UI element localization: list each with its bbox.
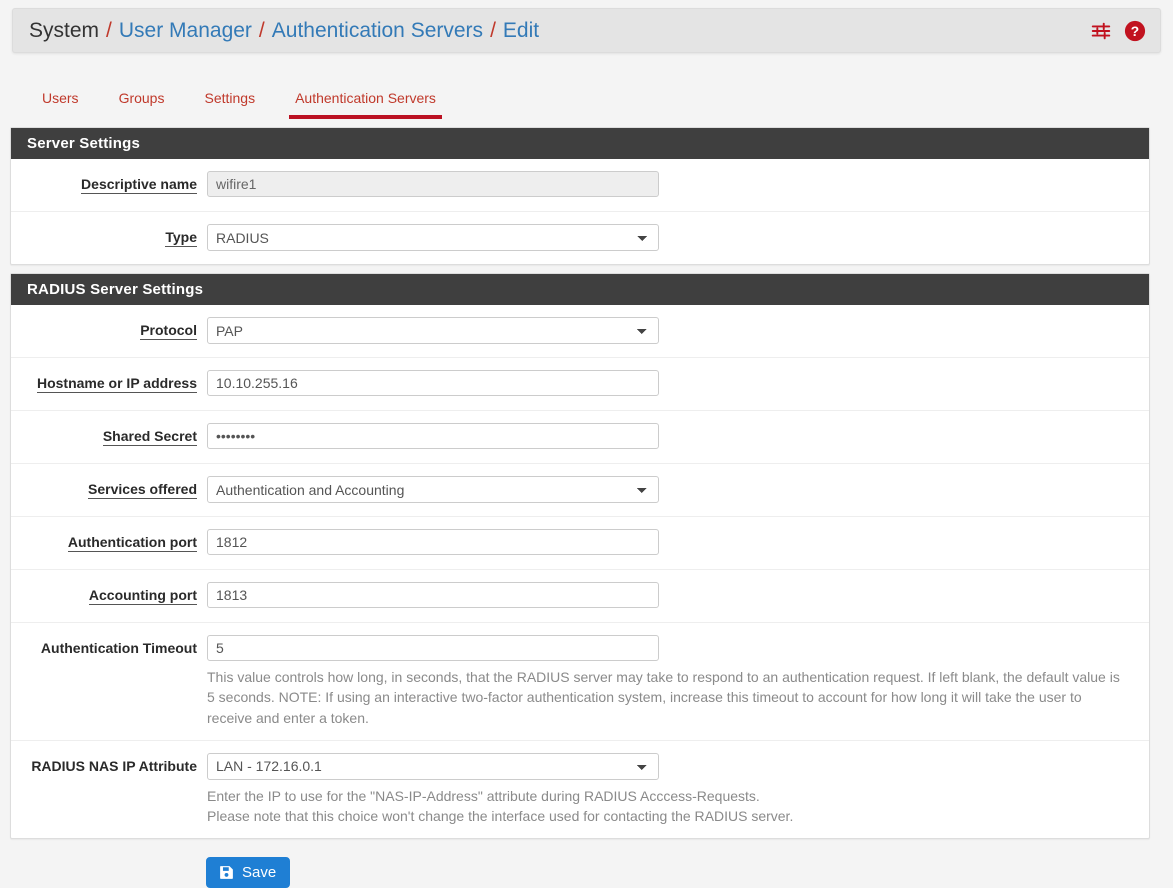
label-authentication-port: Authentication port xyxy=(11,529,207,552)
label-accounting-port: Accounting port xyxy=(11,582,207,605)
control-descriptive-name xyxy=(207,171,1149,197)
panel-body-radius-server-settings: Protocol PAP Hostname or IP address Shar… xyxy=(11,305,1149,838)
panel-server-settings: Server Settings Descriptive name Type RA… xyxy=(10,127,1150,265)
control-hostname xyxy=(207,370,1149,396)
label-authentication-timeout-text: Authentication Timeout xyxy=(40,640,197,656)
help-authentication-timeout: This value controls how long, in seconds… xyxy=(207,669,1120,726)
tab-users[interactable]: Users xyxy=(22,91,99,119)
label-accounting-port-text: Accounting port xyxy=(88,587,197,605)
label-authentication-port-text: Authentication port xyxy=(67,534,197,552)
control-accounting-port xyxy=(207,582,1149,608)
breadcrumb-item-system: System xyxy=(29,19,100,42)
type-select[interactable]: RADIUS xyxy=(207,224,659,251)
form-row-authentication-timeout: Authentication Timeout This value contro… xyxy=(11,623,1149,741)
header-icon-group: ? xyxy=(1090,20,1146,42)
form-row-accounting-port: Accounting port xyxy=(11,570,1149,623)
panel-title-server-settings: Server Settings xyxy=(11,128,1149,159)
label-descriptive-name: Descriptive name xyxy=(11,171,207,194)
form-row-hostname: Hostname or IP address xyxy=(11,358,1149,411)
label-hostname-text: Hostname or IP address xyxy=(36,375,197,393)
breadcrumb-item-user-manager[interactable]: User Manager xyxy=(119,20,252,41)
nas-ip-attribute-select[interactable]: LAN - 172.16.0.1 xyxy=(207,752,659,780)
shared-secret-input[interactable] xyxy=(207,423,659,449)
panel-body-server-settings: Descriptive name Type RADIUS xyxy=(11,159,1149,264)
breadcrumb: System / User Manager / Authentication S… xyxy=(29,20,1090,41)
descriptive-name-input[interactable] xyxy=(207,171,659,197)
breadcrumb-item-edit[interactable]: Edit xyxy=(503,20,539,41)
tab-authentication-servers[interactable]: Authentication Servers xyxy=(275,91,456,119)
form-row-descriptive-name: Descriptive name xyxy=(11,159,1149,212)
control-protocol: PAP xyxy=(207,317,1149,344)
breadcrumb-bar: System / User Manager / Authentication S… xyxy=(12,8,1161,53)
control-authentication-port xyxy=(207,529,1149,555)
label-services-offered: Services offered xyxy=(11,476,207,499)
tab-settings[interactable]: Settings xyxy=(184,91,275,119)
control-type: RADIUS xyxy=(207,224,1149,251)
svg-text:?: ? xyxy=(1131,24,1139,39)
sliders-icon[interactable] xyxy=(1090,20,1112,42)
form-row-shared-secret: Shared Secret xyxy=(11,411,1149,464)
label-shared-secret-text: Shared Secret xyxy=(102,428,197,446)
form-row-authentication-port: Authentication port xyxy=(11,517,1149,570)
save-icon xyxy=(218,864,235,881)
panel-radius-server-settings: RADIUS Server Settings Protocol PAP Host… xyxy=(10,273,1150,840)
hostname-input[interactable] xyxy=(207,370,659,396)
control-shared-secret xyxy=(207,423,1149,449)
help-circle-icon[interactable]: ? xyxy=(1124,20,1146,42)
tab-groups[interactable]: Groups xyxy=(99,91,185,119)
label-type-text: Type xyxy=(165,229,197,247)
form-actions: Save xyxy=(0,857,1173,888)
label-nas-ip-attribute-text: RADIUS NAS IP Attribute xyxy=(31,757,197,774)
help-nas-ip-attribute-line1: Enter the IP to use for the "NAS-IP-Addr… xyxy=(207,787,760,804)
protocol-select[interactable]: PAP xyxy=(207,317,659,344)
authentication-timeout-input[interactable] xyxy=(207,635,659,661)
breadcrumb-separator: / xyxy=(490,19,496,42)
form-row-type: Type RADIUS xyxy=(11,212,1149,264)
breadcrumb-separator: / xyxy=(106,19,112,42)
panel-title-radius-server-settings: RADIUS Server Settings xyxy=(11,274,1149,305)
label-descriptive-name-text: Descriptive name xyxy=(81,176,197,194)
label-protocol: Protocol xyxy=(11,317,207,340)
breadcrumb-item-authentication-servers[interactable]: Authentication Servers xyxy=(272,20,483,41)
label-type: Type xyxy=(11,224,207,247)
form-row-protocol: Protocol PAP xyxy=(11,305,1149,358)
label-shared-secret: Shared Secret xyxy=(11,423,207,446)
control-authentication-timeout: This value controls how long, in seconds… xyxy=(207,635,1149,728)
label-nas-ip-attribute: RADIUS NAS IP Attribute xyxy=(11,753,207,775)
label-authentication-timeout: Authentication Timeout xyxy=(11,635,207,657)
form-row-nas-ip-attribute: RADIUS NAS IP Attribute LAN - 172.16.0.1… xyxy=(11,741,1149,839)
help-nas-ip-attribute: Enter the IP to use for the "NAS-IP-Addr… xyxy=(207,786,1127,827)
breadcrumb-separator: / xyxy=(258,19,265,42)
help-nas-ip-attribute-line2: Please note that this choice won't chang… xyxy=(207,808,794,825)
services-offered-select[interactable]: Authentication and Accounting xyxy=(207,476,659,503)
control-services-offered: Authentication and Accounting xyxy=(207,476,1149,503)
control-nas-ip-attribute: LAN - 172.16.0.1 Enter the IP to use for… xyxy=(207,752,1149,827)
save-button[interactable]: Save xyxy=(206,857,291,888)
authentication-port-input[interactable] xyxy=(207,529,659,555)
label-services-offered-text: Services offered xyxy=(88,481,197,499)
save-button-label: Save xyxy=(242,864,277,882)
form-row-services-offered: Services offered Authentication and Acco… xyxy=(11,464,1149,517)
label-protocol-text: Protocol xyxy=(140,322,197,340)
label-hostname: Hostname or IP address xyxy=(11,370,207,393)
accounting-port-input[interactable] xyxy=(207,582,659,608)
tab-bar: Users Groups Settings Authentication Ser… xyxy=(12,75,1173,119)
